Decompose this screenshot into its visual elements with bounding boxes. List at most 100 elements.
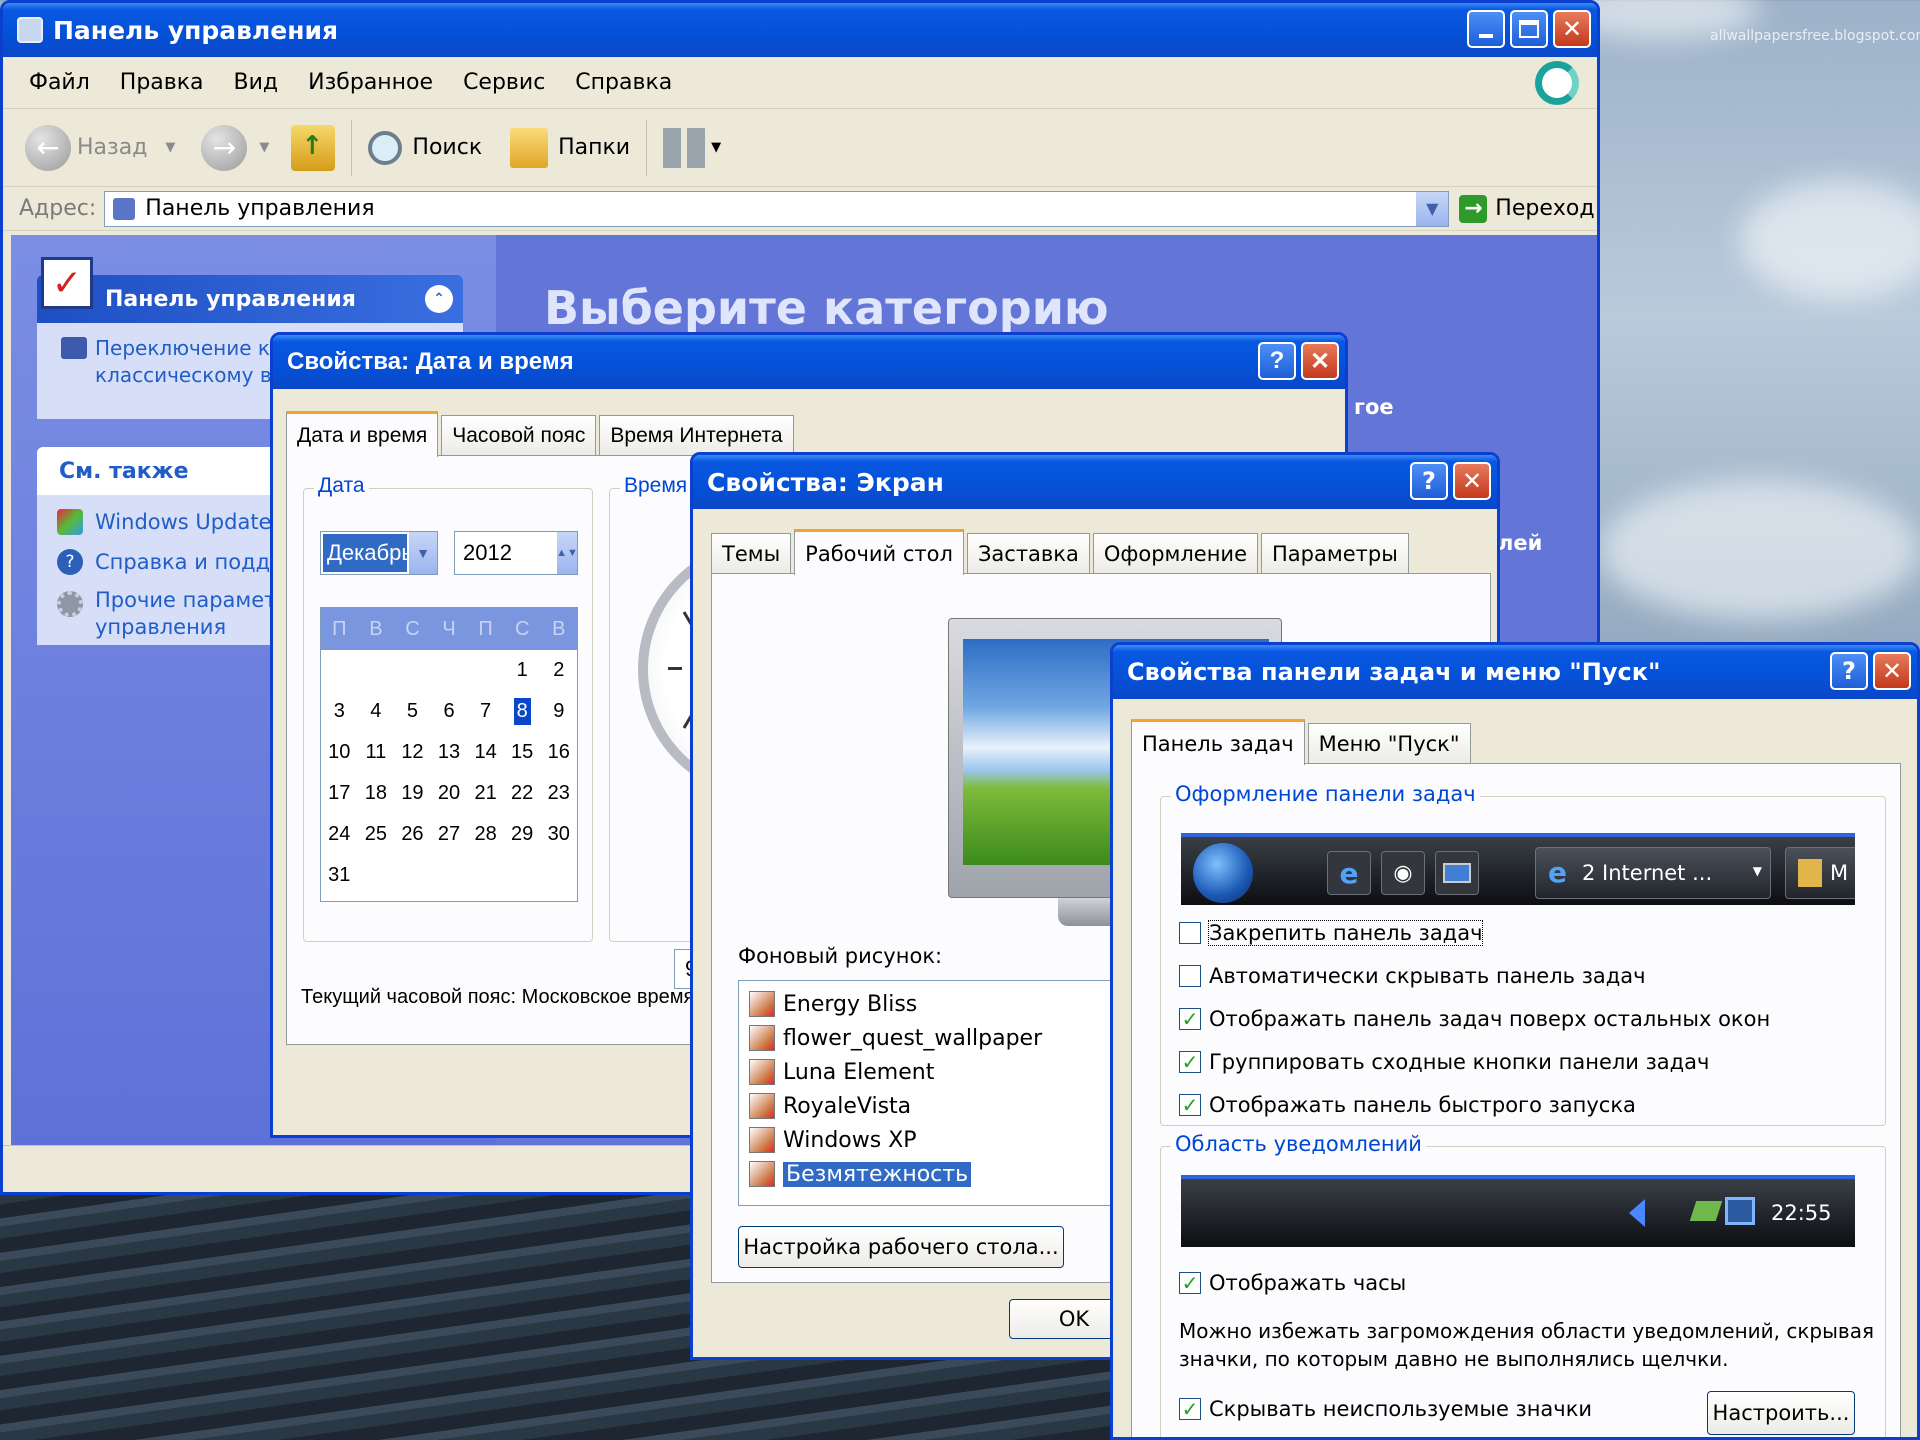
calendar-day[interactable]: 22: [504, 773, 541, 814]
calendar-day[interactable]: 8: [504, 691, 541, 732]
calendar-day[interactable]: 23: [540, 773, 577, 814]
menu-file[interactable]: Файл: [29, 70, 90, 95]
tab-date-time[interactable]: Дата и время: [286, 411, 439, 457]
calendar-day[interactable]: 24: [321, 814, 358, 855]
close-button[interactable]: ✕: [1301, 342, 1339, 380]
background-list-item[interactable]: Energy Bliss: [739, 987, 1157, 1021]
year-spinner[interactable]: 2012 ▲▼: [454, 531, 578, 575]
taskbar-option-checkbox[interactable]: Закрепить панель задач: [1179, 920, 1484, 946]
tab-start-menu[interactable]: Меню "Пуск": [1307, 723, 1471, 763]
calendar-day[interactable]: 31: [321, 855, 358, 896]
taskbar-option-checkbox[interactable]: ✓ Отображать панель быстрого запуска: [1179, 1093, 1636, 1117]
title-bar[interactable]: Свойства: Дата и время ? ✕: [273, 335, 1345, 389]
calendar-day[interactable]: 7: [467, 691, 504, 732]
switch-to-classic-link[interactable]: Переключение к классическому в: [95, 335, 272, 389]
background-list-item[interactable]: Luna Element: [739, 1055, 1157, 1089]
close-button[interactable]: ✕: [1453, 462, 1491, 500]
minimize-button[interactable]: [1467, 10, 1505, 48]
spinner-arrows-icon[interactable]: ▲▼: [556, 532, 578, 574]
menu-help[interactable]: Справка: [575, 70, 672, 95]
windows-update-link[interactable]: Windows Update: [57, 509, 271, 535]
background-list-item[interactable]: Windows XP: [739, 1123, 1157, 1157]
background-list-item[interactable]: RoyaleVista: [739, 1089, 1157, 1123]
help-button[interactable]: ?: [1830, 652, 1868, 690]
tab-screensaver[interactable]: Заставка: [966, 533, 1090, 573]
category-link-fragment[interactable]: гое: [1354, 395, 1394, 419]
weekday: В: [552, 617, 566, 640]
calendar-day[interactable]: 13: [431, 732, 468, 773]
calendar-day[interactable]: 1: [504, 650, 541, 691]
category-link-fragment[interactable]: лей: [1498, 531, 1542, 555]
forward-button[interactable]: → ▼: [201, 124, 269, 171]
tab-appearance[interactable]: Оформление: [1092, 533, 1259, 573]
background-list-item[interactable]: Безмятежность: [739, 1157, 1157, 1191]
calendar-day[interactable]: 6: [431, 691, 468, 732]
calendar-day[interactable]: 19: [394, 773, 431, 814]
calendar-day[interactable]: 14: [467, 732, 504, 773]
taskbar-option-checkbox[interactable]: ✓ Отображать панель задач поверх остальны…: [1179, 1007, 1770, 1031]
calendar-day[interactable]: 9: [540, 691, 577, 732]
calendar-day[interactable]: 3: [321, 691, 358, 732]
customize-notifications-button[interactable]: Настроить...: [1707, 1391, 1855, 1435]
tab-settings[interactable]: Параметры: [1261, 533, 1409, 573]
address-field[interactable]: Панель управления ▼: [104, 190, 1450, 227]
calendar-day[interactable]: 15: [504, 732, 541, 773]
tab-time-zone[interactable]: Часовой пояс: [441, 415, 597, 455]
calendar-day[interactable]: 30: [540, 814, 577, 855]
help-button[interactable]: ?: [1258, 342, 1296, 380]
folders-button[interactable]: Папки: [510, 127, 630, 168]
calendar-week: 10 11 12 13 14 15 16: [321, 732, 577, 773]
calendar-day[interactable]: 16: [540, 732, 577, 773]
help-link[interactable]: ? Справка и подде: [57, 549, 283, 575]
calendar-day[interactable]: 11: [358, 732, 395, 773]
views-button[interactable]: ▼: [663, 127, 721, 168]
internet-explorer-group-button: e 2 Internet ... ▼: [1535, 847, 1771, 899]
calendar-day[interactable]: 5: [394, 691, 431, 732]
menu-tools[interactable]: Сервис: [463, 70, 545, 95]
menu-edit[interactable]: Правка: [120, 70, 204, 95]
background-list-item[interactable]: flower_quest_wallpaper: [739, 1021, 1157, 1055]
calendar-day[interactable]: 25: [358, 814, 395, 855]
taskbar-option-checkbox[interactable]: ✓ Группировать сходные кнопки панели зада…: [1179, 1050, 1709, 1074]
title-bar[interactable]: Панель управления ✕: [3, 3, 1597, 57]
dropdown-button[interactable]: ▼: [409, 532, 437, 574]
calendar-day[interactable]: 18: [358, 773, 395, 814]
tab-desktop[interactable]: Рабочий стол: [794, 529, 964, 575]
title-bar[interactable]: Свойства: Экран ? ✕: [693, 455, 1497, 509]
help-button[interactable]: ?: [1410, 462, 1448, 500]
calendar-day[interactable]: 26: [394, 814, 431, 855]
menu-favorites[interactable]: Избранное: [308, 70, 433, 95]
calendar-day[interactable]: 12: [394, 732, 431, 773]
title-bar[interactable]: Свойства панели задач и меню "Пуск" ? ✕: [1113, 645, 1917, 699]
show-clock-checkbox[interactable]: ✓ Отображать часы: [1179, 1271, 1406, 1295]
tab-themes[interactable]: Темы: [711, 533, 792, 573]
calendar-day[interactable]: 2: [540, 650, 577, 691]
menu-view[interactable]: Вид: [234, 70, 279, 95]
checkbox-label: Автоматически скрывать панель задач: [1209, 964, 1646, 988]
back-button[interactable]: ← Назад ▼: [25, 124, 175, 171]
search-button[interactable]: Поиск: [368, 130, 482, 165]
maximize-button[interactable]: [1510, 10, 1548, 48]
tab-taskbar[interactable]: Панель задач: [1131, 719, 1305, 765]
calendar-day[interactable]: 21: [467, 773, 504, 814]
background-list[interactable]: Energy Bliss flower_quest_wallpaper Luna E…: [738, 980, 1158, 1206]
go-button[interactable]: → Переход: [1459, 194, 1595, 223]
tab-internet-time[interactable]: Время Интернета: [599, 415, 794, 455]
hide-inactive-icons-checkbox[interactable]: ✓ Скрывать неиспользуемые значки: [1179, 1397, 1592, 1421]
sidebar-panel-header[interactable]: ✓ Панель управления ⌃: [37, 257, 463, 323]
customize-desktop-button[interactable]: Настройка рабочего стола...: [738, 1226, 1064, 1268]
calendar-day[interactable]: 27: [431, 814, 468, 855]
calendar-day[interactable]: 28: [467, 814, 504, 855]
taskbar-option-checkbox[interactable]: Автоматически скрывать панель задач: [1179, 964, 1646, 988]
calendar-day[interactable]: 20: [431, 773, 468, 814]
other-options-link[interactable]: Прочие парамет управления: [57, 587, 276, 641]
close-button[interactable]: ✕: [1873, 652, 1911, 690]
month-select[interactable]: Декабрь ▼: [320, 531, 438, 575]
up-folder-button[interactable]: ↑: [291, 124, 336, 171]
calendar-day[interactable]: 17: [321, 773, 358, 814]
calendar-day[interactable]: 10: [321, 732, 358, 773]
close-button[interactable]: ✕: [1553, 10, 1591, 48]
dropdown-button[interactable]: ▼: [1416, 191, 1449, 226]
calendar-day[interactable]: 29: [504, 814, 541, 855]
calendar-day[interactable]: 4: [358, 691, 395, 732]
